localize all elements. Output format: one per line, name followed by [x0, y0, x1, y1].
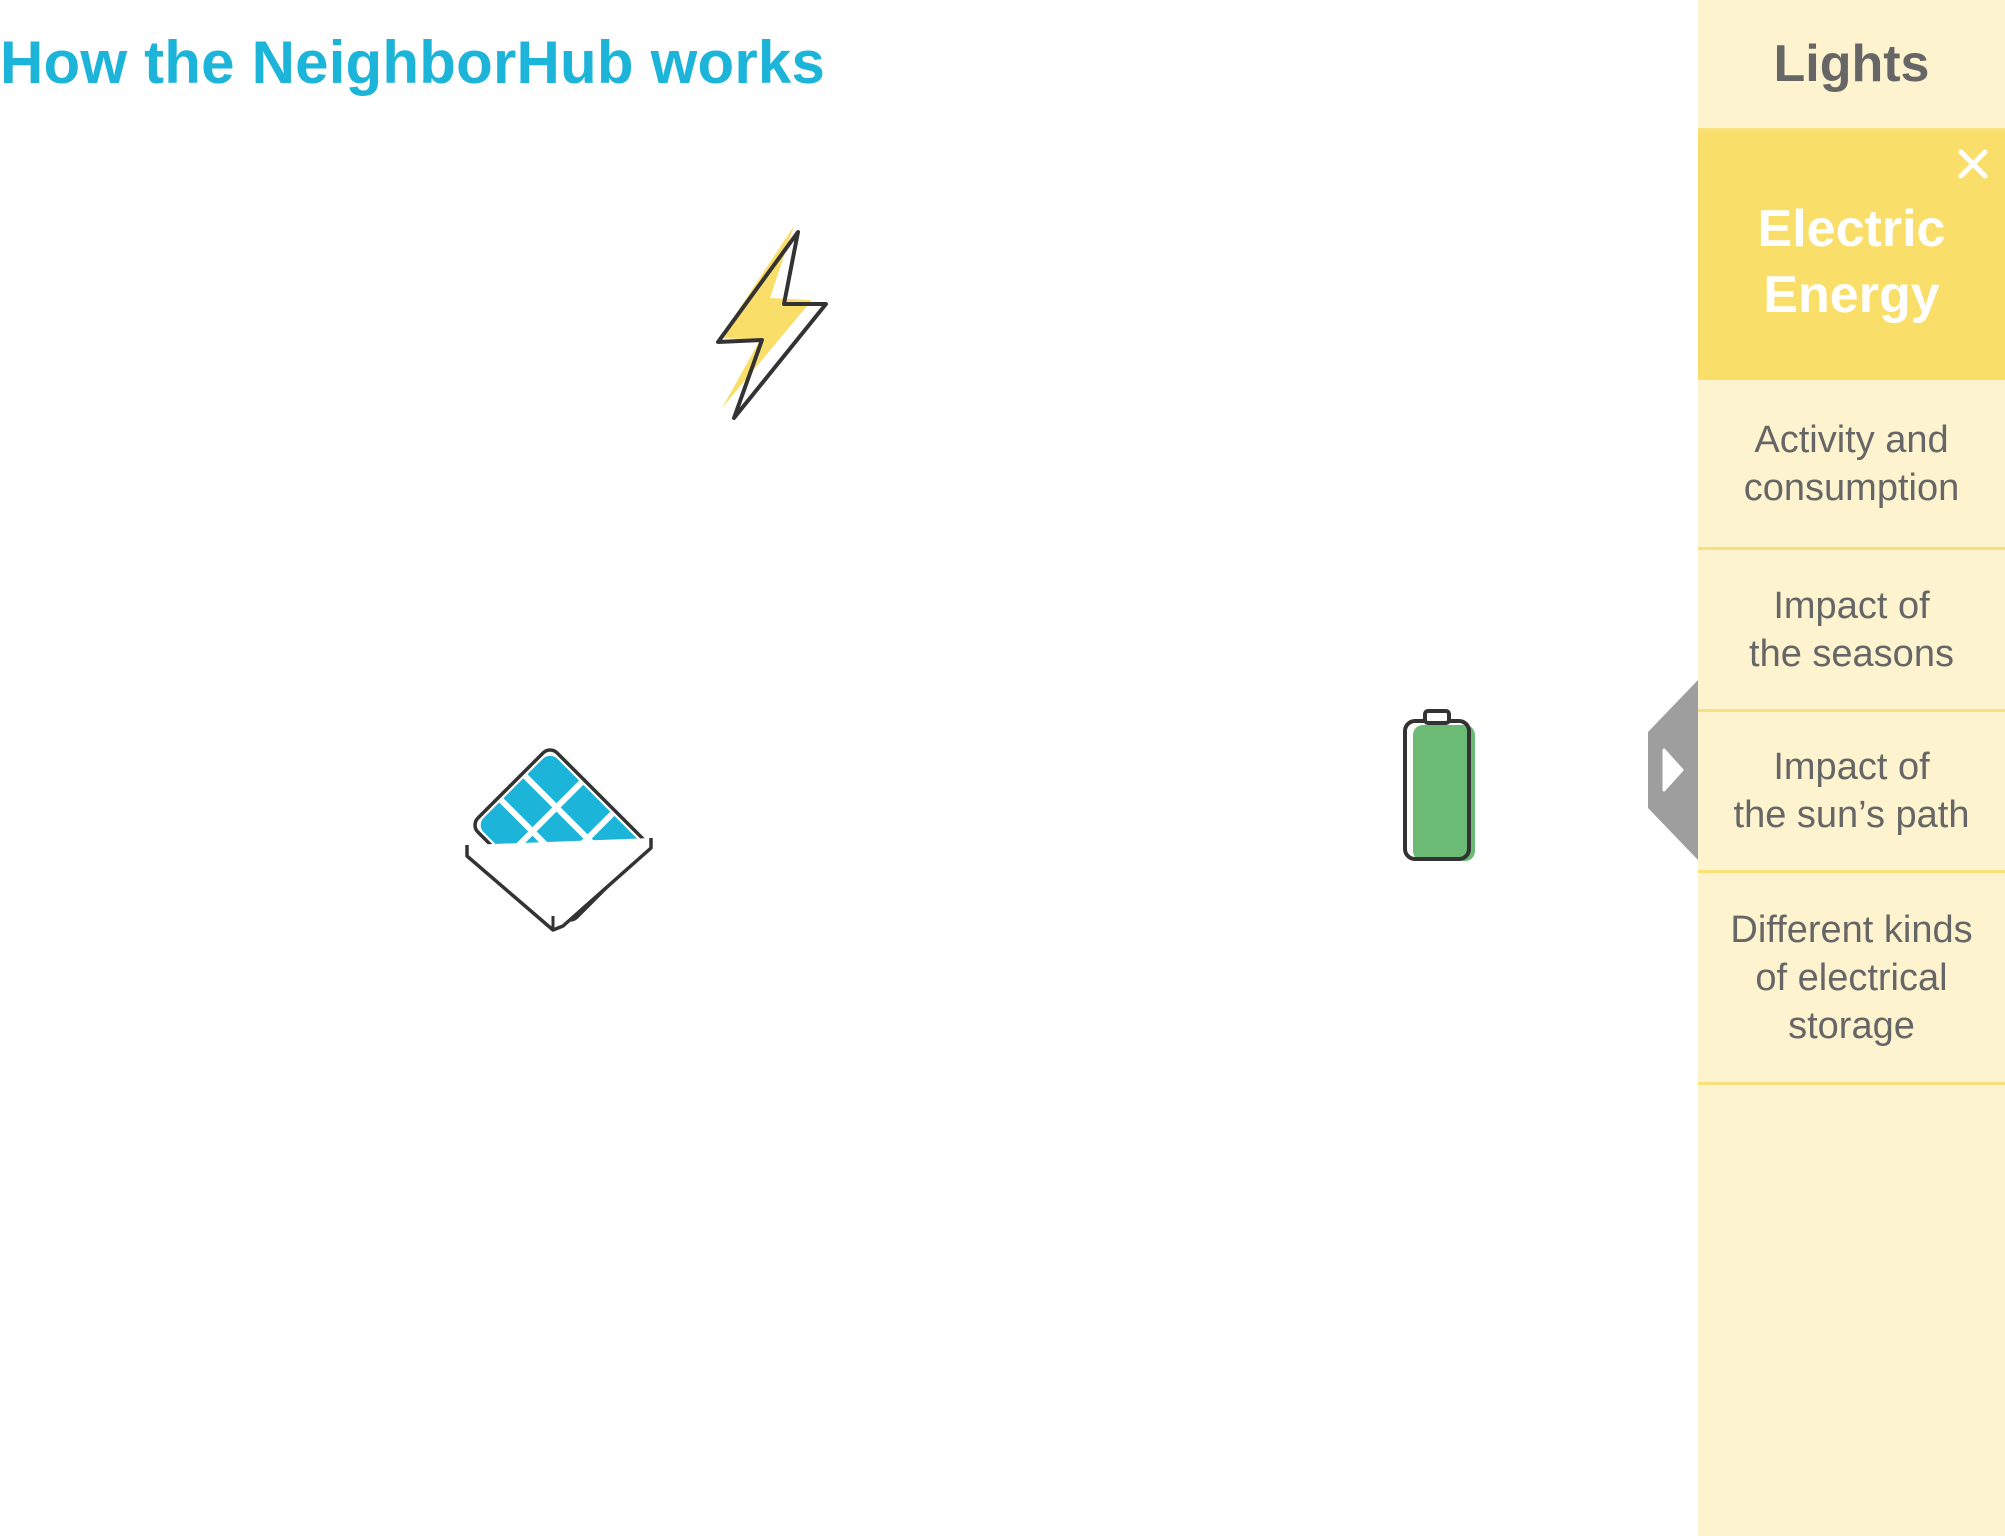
energy-diagram [0, 0, 1698, 1536]
sidebar-active-label: Electric Energy [1757, 200, 1946, 324]
close-icon[interactable] [1955, 146, 1991, 182]
solar-panel-icon[interactable] [455, 730, 665, 940]
sidebar-item-label: Impact of the sun’s path [1733, 746, 1970, 836]
sidebar-item-impact-sun-path[interactable]: Impact of the sun’s path [1698, 712, 2005, 873]
sidebar-item-label: Activity and consumption [1743, 418, 1960, 509]
sidebar-collapse-tab[interactable] [1644, 680, 1698, 860]
sidebar-item-label: Different kinds of electrical storage [1730, 908, 1973, 1047]
sidebar-item-electrical-storage[interactable]: Different kinds of electrical storage [1698, 873, 2005, 1085]
app-screen: How the NeighborHub works Lights Electri… [0, 0, 2005, 1536]
sidebar-item-activity-consumption[interactable]: Activity and consumption [1698, 380, 2005, 550]
sidebar: Lights Electric Energy Activity and cons… [1698, 0, 2005, 1536]
sidebar-header: Lights [1698, 0, 2005, 132]
sidebar-item-impact-seasons[interactable]: Impact of the seasons [1698, 550, 2005, 712]
sidebar-item-label: Impact of the seasons [1749, 584, 1954, 675]
lightning-icon[interactable] [700, 218, 840, 426]
battery-icon[interactable] [1395, 705, 1485, 867]
sidebar-item-electric-energy[interactable]: Electric Energy [1698, 132, 2005, 380]
